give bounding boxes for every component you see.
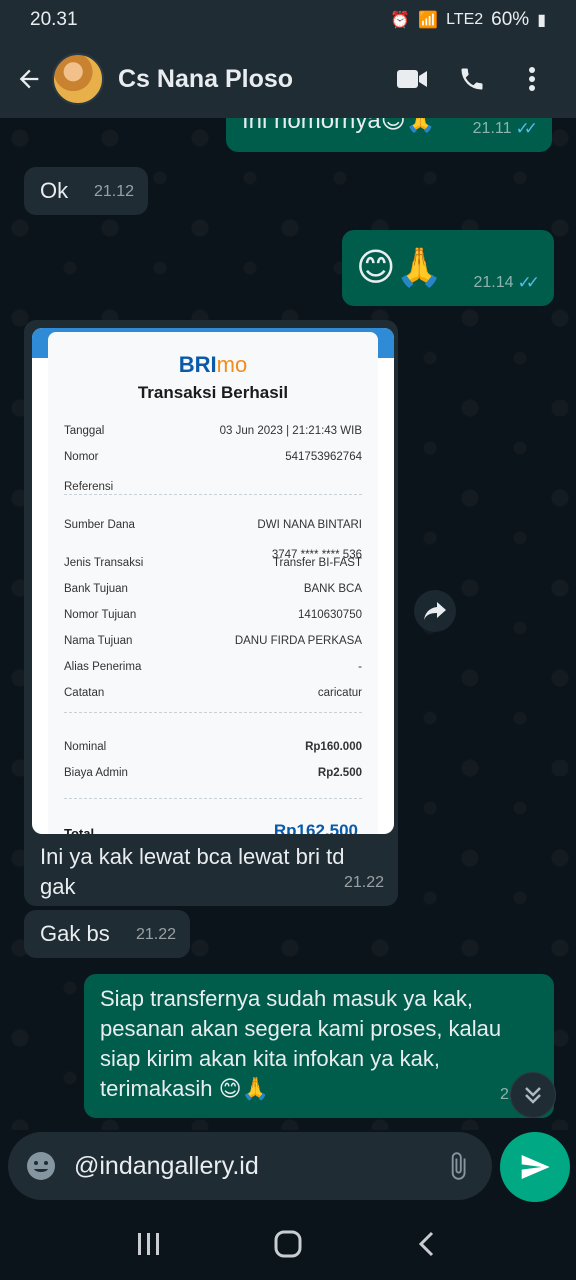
message-outgoing[interactable]: Ini nomornya😊🙏 21.11 ✓✓ [226, 118, 552, 152]
back-arrow-icon[interactable] [14, 64, 44, 94]
message-text: Ini nomornya😊🙏 [242, 118, 436, 134]
read-ticks-icon: ✓✓ [517, 273, 540, 292]
contact-name[interactable]: Cs Nana Ploso [118, 65, 382, 94]
message-time: 21.22 [343, 874, 384, 891]
message-text: Gak bs [40, 921, 110, 946]
alarm-icon: ⏰ [390, 12, 411, 29]
video-call-icon[interactable] [382, 54, 442, 104]
message-outgoing[interactable]: 😊🙏 21.14 ✓✓ [342, 230, 554, 306]
receipt-row: Nomor Referensi 541753962764 [64, 451, 362, 493]
message-input[interactable] [74, 1151, 440, 1181]
system-nav-bar [0, 1208, 576, 1280]
chat-area[interactable]: Ini nomornya😊🙏 21.11 ✓✓ Ok 21.12 😊🙏 21.1… [0, 118, 576, 1130]
paperclip-icon[interactable] [440, 1148, 476, 1184]
send-icon [521, 1155, 550, 1179]
message-incoming[interactable]: Ok 21.12 [24, 167, 148, 215]
message-time: 21.14 [473, 274, 514, 291]
image-caption: Ini ya kak lewat bca lewat bri td gak [40, 844, 345, 899]
receipt-separator [64, 494, 362, 495]
message-meta: 21.12 [94, 177, 134, 207]
back-nav-icon[interactable] [397, 1214, 457, 1274]
message-time: 21.12 [93, 183, 134, 200]
message-meta: 21.22 [344, 868, 384, 898]
forward-icon[interactable] [414, 590, 456, 632]
receipt-separator [64, 798, 362, 799]
message-composer [8, 1132, 492, 1200]
send-button[interactable] [500, 1132, 570, 1202]
message-text: 😊🙏 [356, 247, 443, 289]
receipt-separator [64, 712, 362, 713]
read-ticks-icon: ✓✓ [515, 119, 538, 138]
receipt-row: Catatan caricatur [64, 687, 362, 699]
message-incoming-image[interactable]: BRImo Transaksi Berhasil Tanggal 03 Jun 2… [24, 320, 398, 906]
receipt-total-value: Rp162.500 [273, 821, 358, 834]
recent-apps-icon[interactable] [119, 1214, 179, 1274]
network-label: LTE2 [446, 11, 484, 28]
message-incoming[interactable]: Gak bs 21.22 [24, 910, 190, 958]
receipt-paper: BRImo Transaksi Berhasil Tanggal 03 Jun 2… [48, 332, 378, 834]
chat-header: Cs Nana Ploso [0, 40, 576, 118]
receipt-image[interactable]: BRImo Transaksi Berhasil Tanggal 03 Jun 2… [32, 328, 394, 834]
battery-level: 60% [491, 9, 530, 30]
more-options-icon[interactable] [502, 54, 562, 104]
brimo-logo: BRImo [178, 352, 248, 377]
receipt-row: Biaya Admin Rp2.500 [64, 767, 362, 779]
avatar[interactable] [52, 53, 104, 105]
status-time: 20.31 [30, 9, 78, 30]
battery-icon: ▮ [537, 12, 546, 29]
message-time: 21.11 [472, 120, 512, 137]
chevron-double-down-icon[interactable] [510, 1072, 556, 1118]
phone-call-icon[interactable] [442, 54, 502, 104]
message-text: Siap transfernya sudah masuk ya kak, pes… [100, 986, 502, 1101]
message-time: 21.22 [135, 926, 176, 943]
message-meta: 21.14 ✓✓ [473, 268, 540, 298]
receipt-title: Transaksi Berhasil [137, 383, 289, 402]
status-bar: 20.31 ⏰ 📶 LTE2 60% ▮ [0, 0, 576, 40]
wifi-icon: 📶 [418, 12, 439, 29]
emoji-icon[interactable] [24, 1149, 58, 1183]
message-meta: 21.22 [136, 920, 176, 950]
message-meta: 21.11 ✓✓ [473, 118, 538, 144]
receipt-total-label: Total [64, 826, 95, 834]
message-outgoing[interactable]: Siap transfernya sudah masuk ya kak, pes… [84, 974, 554, 1118]
message-text: Ok [40, 178, 69, 203]
status-icons: ⏰ 📶 LTE2 60% ▮ [390, 9, 546, 31]
home-icon[interactable] [258, 1214, 318, 1274]
